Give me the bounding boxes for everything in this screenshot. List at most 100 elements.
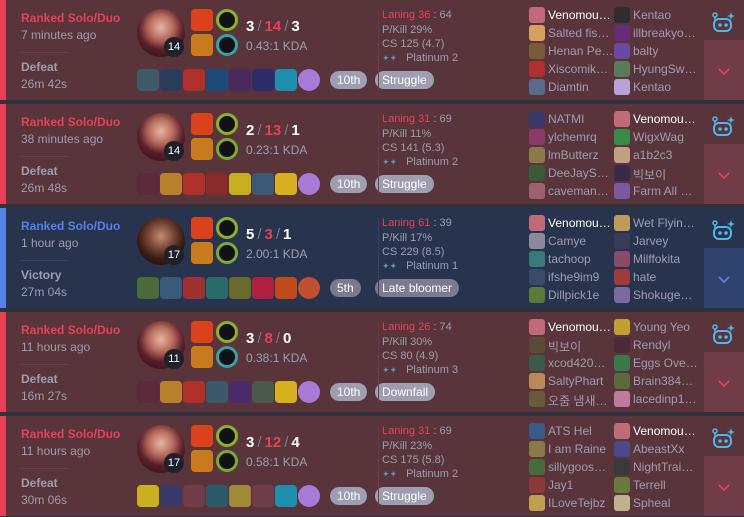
participant[interactable]: ylchemrq: [529, 129, 617, 145]
participant-champion-icon[interactable]: [529, 269, 545, 285]
participant[interactable]: Venomou…: [614, 423, 702, 439]
item-icon[interactable]: [252, 381, 274, 403]
ward-icon[interactable]: [298, 69, 320, 91]
summoner-spell-icon[interactable]: [191, 450, 213, 472]
summoner-spell-icon[interactable]: [191, 242, 213, 264]
item-icon[interactable]: [160, 69, 182, 91]
participant[interactable]: ifshe9im9: [529, 269, 617, 285]
participant[interactable]: Xiscomik…: [529, 61, 617, 77]
participant[interactable]: Camye: [529, 233, 617, 249]
participant-name[interactable]: hate: [633, 270, 701, 284]
item-icon[interactable]: [229, 277, 251, 299]
expand-chevron-icon[interactable]: [704, 374, 744, 394]
rune-icon[interactable]: [216, 113, 238, 135]
item-icon[interactable]: [252, 173, 274, 195]
participant-champion-icon[interactable]: [529, 495, 545, 511]
rune-icon[interactable]: [216, 9, 238, 31]
participant-champion-icon[interactable]: [614, 319, 630, 335]
participant-name[interactable]: 오줌 냄새…: [548, 392, 616, 407]
participant-champion-icon[interactable]: [529, 7, 545, 23]
item-icon[interactable]: [183, 381, 205, 403]
summoner-spell-icon[interactable]: [191, 113, 213, 135]
participant-champion-icon[interactable]: [614, 43, 630, 59]
item-icon[interactable]: [252, 277, 274, 299]
participant[interactable]: Kentao: [614, 79, 702, 95]
participant[interactable]: sillygoos…: [529, 459, 617, 475]
item-icon[interactable]: [275, 173, 297, 195]
match-card[interactable]: Ranked Solo/Duo 11 hours ago Defeat 16m 27s…: [0, 312, 744, 412]
participant-champion-icon[interactable]: [529, 423, 545, 439]
participant-champion-icon[interactable]: [614, 337, 630, 353]
participant-name[interactable]: Young Yeo: [633, 320, 701, 334]
participant-name[interactable]: ylchemrq: [548, 130, 616, 144]
empty-item-slot[interactable]: [252, 485, 274, 507]
item-icon[interactable]: [229, 69, 251, 91]
participant-champion-icon[interactable]: [529, 147, 545, 163]
robot-analysis-icon[interactable]: [711, 113, 737, 137]
match-card[interactable]: Ranked Solo/Duo 1 hour ago Victory 27m 04s 1…: [0, 208, 744, 308]
participant-champion-icon[interactable]: [614, 251, 630, 267]
participant-name[interactable]: 빅보이: [548, 338, 616, 353]
participant-name[interactable]: ifshe9im9: [548, 270, 616, 284]
participant[interactable]: Jay1: [529, 477, 617, 493]
match-card[interactable]: Ranked Solo/Duo 11 hours ago Defeat 30m 06s…: [0, 416, 744, 516]
rune-icon[interactable]: [216, 321, 238, 343]
item-icon[interactable]: [137, 173, 159, 195]
participant-champion-icon[interactable]: [614, 269, 630, 285]
participant-name[interactable]: SaltyPhart: [548, 374, 616, 388]
item-icon[interactable]: [275, 277, 297, 299]
item-icon[interactable]: [160, 381, 182, 403]
participant[interactable]: 빅보이: [614, 165, 702, 181]
expand-chevron-icon[interactable]: [704, 270, 744, 290]
participant-name[interactable]: I am Raine: [548, 442, 616, 456]
participant[interactable]: xcod420…: [529, 355, 617, 371]
participant[interactable]: caveman…: [529, 183, 617, 199]
participant-champion-icon[interactable]: [529, 215, 545, 231]
participant[interactable]: Henan Pe…: [529, 43, 617, 59]
participant[interactable]: Milffokita: [614, 251, 702, 267]
participant-name[interactable]: a1b2c3: [633, 148, 701, 162]
participant-name[interactable]: 빅보이: [633, 166, 701, 181]
participant[interactable]: ATS Hel: [529, 423, 617, 439]
participant[interactable]: Eggs Ove…: [614, 355, 702, 371]
participant-name[interactable]: Henan Pe…: [548, 44, 616, 58]
match-card[interactable]: Ranked Solo/Duo 7 minutes ago Defeat 26m 42…: [0, 0, 744, 100]
participant-name[interactable]: lmButterz: [548, 148, 616, 162]
participant[interactable]: Dillpick1e: [529, 287, 617, 303]
summoner-spell-icon[interactable]: [191, 217, 213, 239]
participant-name[interactable]: Jay1: [548, 478, 616, 492]
participant[interactable]: tachoop: [529, 251, 617, 267]
participant-champion-icon[interactable]: [529, 373, 545, 389]
rune-icon[interactable]: [216, 242, 238, 264]
participant[interactable]: hate: [614, 269, 702, 285]
participant[interactable]: Rendyl: [614, 337, 702, 353]
participant[interactable]: a1b2c3: [614, 147, 702, 163]
participant-name[interactable]: illbreakyo…: [633, 26, 701, 40]
participant-name[interactable]: AbeastXx: [633, 442, 701, 456]
participant-champion-icon[interactable]: [529, 165, 545, 181]
participant[interactable]: balty: [614, 43, 702, 59]
participant-champion-icon[interactable]: [529, 391, 545, 407]
participant[interactable]: 빅보이: [529, 337, 617, 353]
participant-name[interactable]: Brain384…: [633, 374, 701, 388]
participant[interactable]: illbreakyo…: [614, 25, 702, 41]
participant-champion-icon[interactable]: [614, 111, 630, 127]
participant-champion-icon[interactable]: [614, 495, 630, 511]
participant-name[interactable]: Wet Flyin…: [633, 216, 701, 230]
item-icon[interactable]: [183, 277, 205, 299]
ward-icon[interactable]: [298, 277, 320, 299]
participant-champion-icon[interactable]: [614, 165, 630, 181]
participant[interactable]: I am Raine: [529, 441, 617, 457]
participant-champion-icon[interactable]: [529, 337, 545, 353]
participant[interactable]: Venomou…: [529, 7, 617, 23]
item-icon[interactable]: [206, 173, 228, 195]
item-icon[interactable]: [137, 277, 159, 299]
participant-champion-icon[interactable]: [529, 319, 545, 335]
participant-name[interactable]: Dillpick1e: [548, 288, 616, 302]
participant-name[interactable]: balty: [633, 44, 701, 58]
participant-name[interactable]: Farm All …: [633, 184, 701, 198]
expand-chevron-icon[interactable]: [704, 478, 744, 498]
ward-icon[interactable]: [298, 381, 320, 403]
item-icon[interactable]: [206, 485, 228, 507]
participant-champion-icon[interactable]: [529, 441, 545, 457]
